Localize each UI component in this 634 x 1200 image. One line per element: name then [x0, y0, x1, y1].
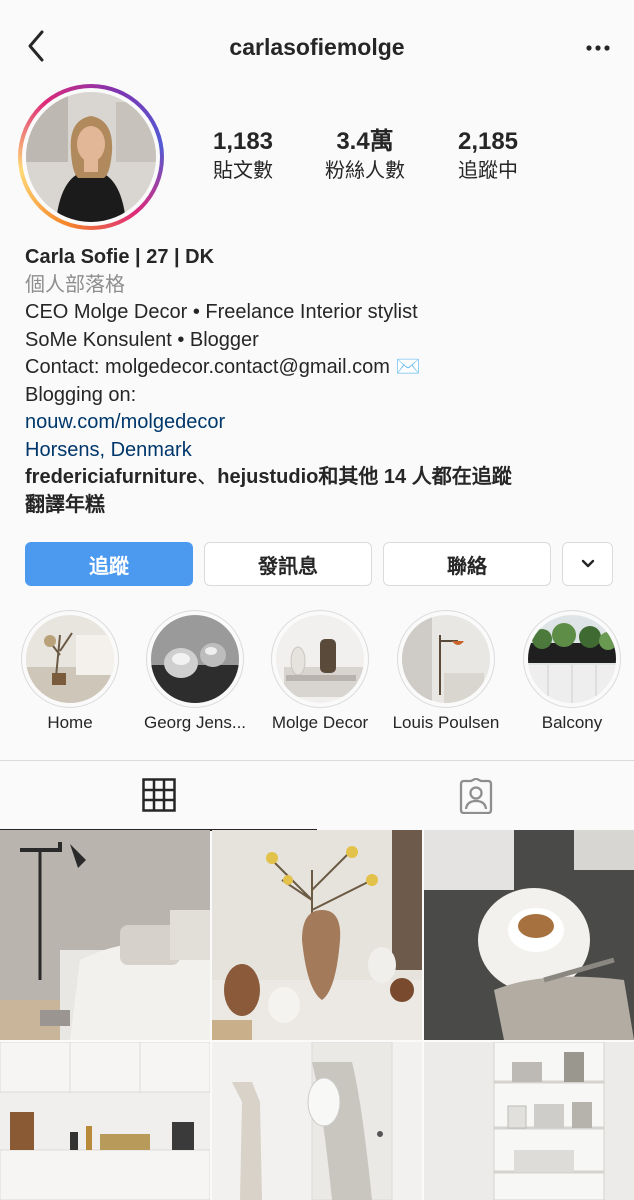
- followers-count-label: 粉絲人數: [325, 160, 405, 182]
- highlight-cover: [528, 615, 616, 703]
- grid-icon: [141, 778, 176, 812]
- post-thumbnail[interactable]: [0, 1042, 210, 1200]
- suggested-accounts-button[interactable]: [562, 542, 613, 586]
- bio-line: SoMe Konsulent • Blogger: [25, 328, 259, 351]
- profile-avatar: [26, 92, 156, 222]
- bio-contact-line: Contact: molgedecor.contact@gmail.com ✉️: [25, 356, 421, 378]
- tagged-person-icon: [459, 778, 492, 814]
- following-count[interactable]: 2,185 追蹤中: [423, 128, 553, 186]
- following-count-value: 2,185: [457, 128, 519, 155]
- followed-by-user: fredericiafurniture: [25, 466, 198, 488]
- bio-line: Blogging on:: [25, 383, 137, 406]
- website-link[interactable]: nouw.com/molgedecor: [25, 409, 614, 437]
- highlight-cover: [151, 615, 239, 703]
- posts-count-label: 貼文數: [213, 160, 273, 182]
- followed-by-text[interactable]: fredericiafurniture、hejustudio和其他 14 人都在…: [25, 464, 614, 492]
- profile-actions: 追蹤 發訊息 聯絡: [25, 542, 614, 586]
- highlight-balcony[interactable]: Balcony: [512, 610, 632, 733]
- contact-button[interactable]: 聯絡: [383, 542, 551, 586]
- followers-count-value: 3.4萬: [336, 128, 394, 155]
- post-thumbnail[interactable]: [212, 830, 422, 1040]
- chevron-down-icon: [581, 559, 594, 568]
- post-thumbnail[interactable]: [424, 1042, 634, 1200]
- highlight-louis-poulsen[interactable]: Louis Poulsen: [386, 610, 506, 733]
- highlight-label: Molge Decor: [271, 713, 369, 732]
- highlight-cover: [402, 615, 490, 703]
- highlight-label: Louis Poulsen: [392, 713, 500, 732]
- more-options-icon[interactable]: [584, 34, 612, 62]
- profile-category: 個人部落格: [25, 273, 125, 296]
- highlight-cover: [26, 615, 114, 703]
- posts-count-value: 1,183: [212, 128, 274, 155]
- bio-line: CEO Molge Decor • Freelance Interior sty…: [25, 301, 418, 323]
- following-count-label: 追蹤中: [458, 160, 518, 182]
- highlight-label: Balcony: [541, 713, 603, 732]
- profile-username: carlasofiemolge: [229, 34, 405, 60]
- highlight-label: Georg Jens...: [143, 713, 247, 732]
- profile-tabs: [0, 760, 634, 831]
- profile-display-name: Carla Sofie | 27 | DK: [25, 246, 215, 268]
- highlight-georg-jensen[interactable]: Georg Jens...: [135, 610, 255, 733]
- followed-by-separator: 、: [197, 466, 218, 488]
- highlight-label: Home: [47, 713, 93, 732]
- highlight-home[interactable]: Home: [10, 610, 130, 733]
- posts-count[interactable]: 1,183 貼文數: [178, 128, 308, 186]
- profile-bio: Carla Sofie | 27 | DK 個人部落格 CEO Molge De…: [25, 244, 614, 519]
- location-link[interactable]: Horsens, Denmark: [25, 437, 614, 465]
- followed-by-user: hejustudio: [217, 466, 319, 488]
- post-grid: [0, 830, 634, 1200]
- follow-button[interactable]: 追蹤: [25, 542, 193, 586]
- highlight-molge-decor[interactable]: Molge Decor: [260, 610, 380, 733]
- message-button[interactable]: 發訊息: [204, 542, 372, 586]
- followers-count[interactable]: 3.4萬 粉絲人數: [300, 128, 430, 186]
- profile-avatar-story-ring[interactable]: [18, 84, 164, 230]
- followed-by-rest: 和其他 14 人都在追蹤: [318, 466, 512, 488]
- translate-bio-link[interactable]: 翻譯年糕: [25, 492, 614, 520]
- tab-tagged[interactable]: [317, 761, 634, 831]
- top-bar: carlasofiemolge: [0, 0, 634, 96]
- post-thumbnail[interactable]: [424, 830, 634, 1040]
- post-thumbnail[interactable]: [0, 830, 210, 1040]
- highlight-cover: [276, 615, 364, 703]
- tab-posts-grid[interactable]: [0, 761, 317, 831]
- post-thumbnail[interactable]: [212, 1042, 422, 1200]
